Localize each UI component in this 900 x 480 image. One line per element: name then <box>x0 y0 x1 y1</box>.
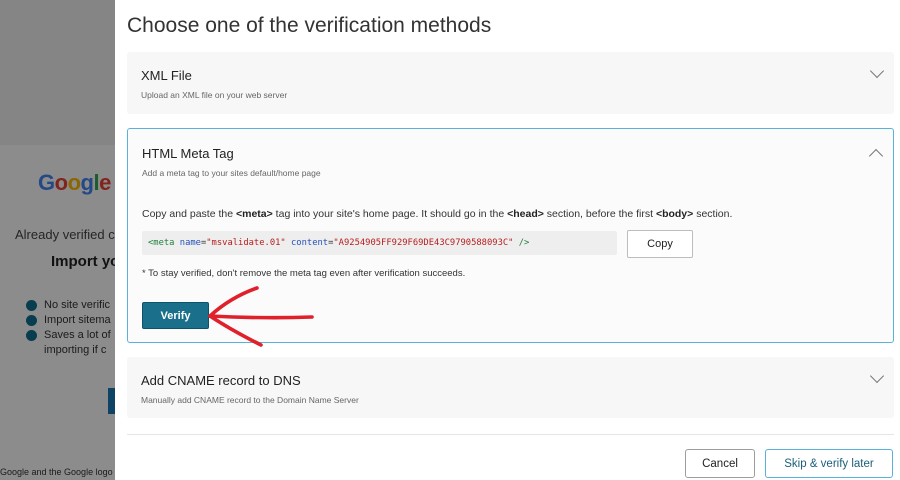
verification-note: * To stay verified, don't remove the met… <box>142 268 466 279</box>
meta-instructions: Copy and paste the <meta> tag into your … <box>142 208 733 220</box>
chevron-up-icon[interactable] <box>868 148 884 164</box>
panel-title: Choose one of the verification methods <box>127 14 492 37</box>
method-subtitle: Manually add CNAME record to the Domain … <box>141 395 359 405</box>
skip-verify-later-button[interactable]: Skip & verify later <box>765 449 893 478</box>
chevron-down-icon[interactable] <box>869 63 885 79</box>
verification-panel: Choose one of the verification methods X… <box>115 0 900 480</box>
method-subtitle: Upload an XML file on your web server <box>141 90 288 100</box>
method-title: HTML Meta Tag <box>142 146 234 161</box>
copy-button[interactable]: Copy <box>627 230 693 258</box>
method-cname-dns[interactable]: Add CNAME record to DNS Manually add CNA… <box>127 357 894 418</box>
meta-tag-code[interactable]: <meta name="msvalidate.01" content="A925… <box>142 231 617 255</box>
method-html-meta-tag[interactable]: HTML Meta Tag Add a meta tag to your sit… <box>127 128 894 343</box>
verify-button[interactable]: Verify <box>142 302 209 329</box>
method-xml-file[interactable]: XML File Upload an XML file on your web … <box>127 52 894 114</box>
footer-divider <box>127 434 894 435</box>
method-title: XML File <box>141 68 192 83</box>
method-title: Add CNAME record to DNS <box>141 373 301 388</box>
chevron-down-icon[interactable] <box>869 368 885 384</box>
cancel-button[interactable]: Cancel <box>685 449 755 478</box>
method-subtitle: Add a meta tag to your sites default/hom… <box>142 168 321 178</box>
